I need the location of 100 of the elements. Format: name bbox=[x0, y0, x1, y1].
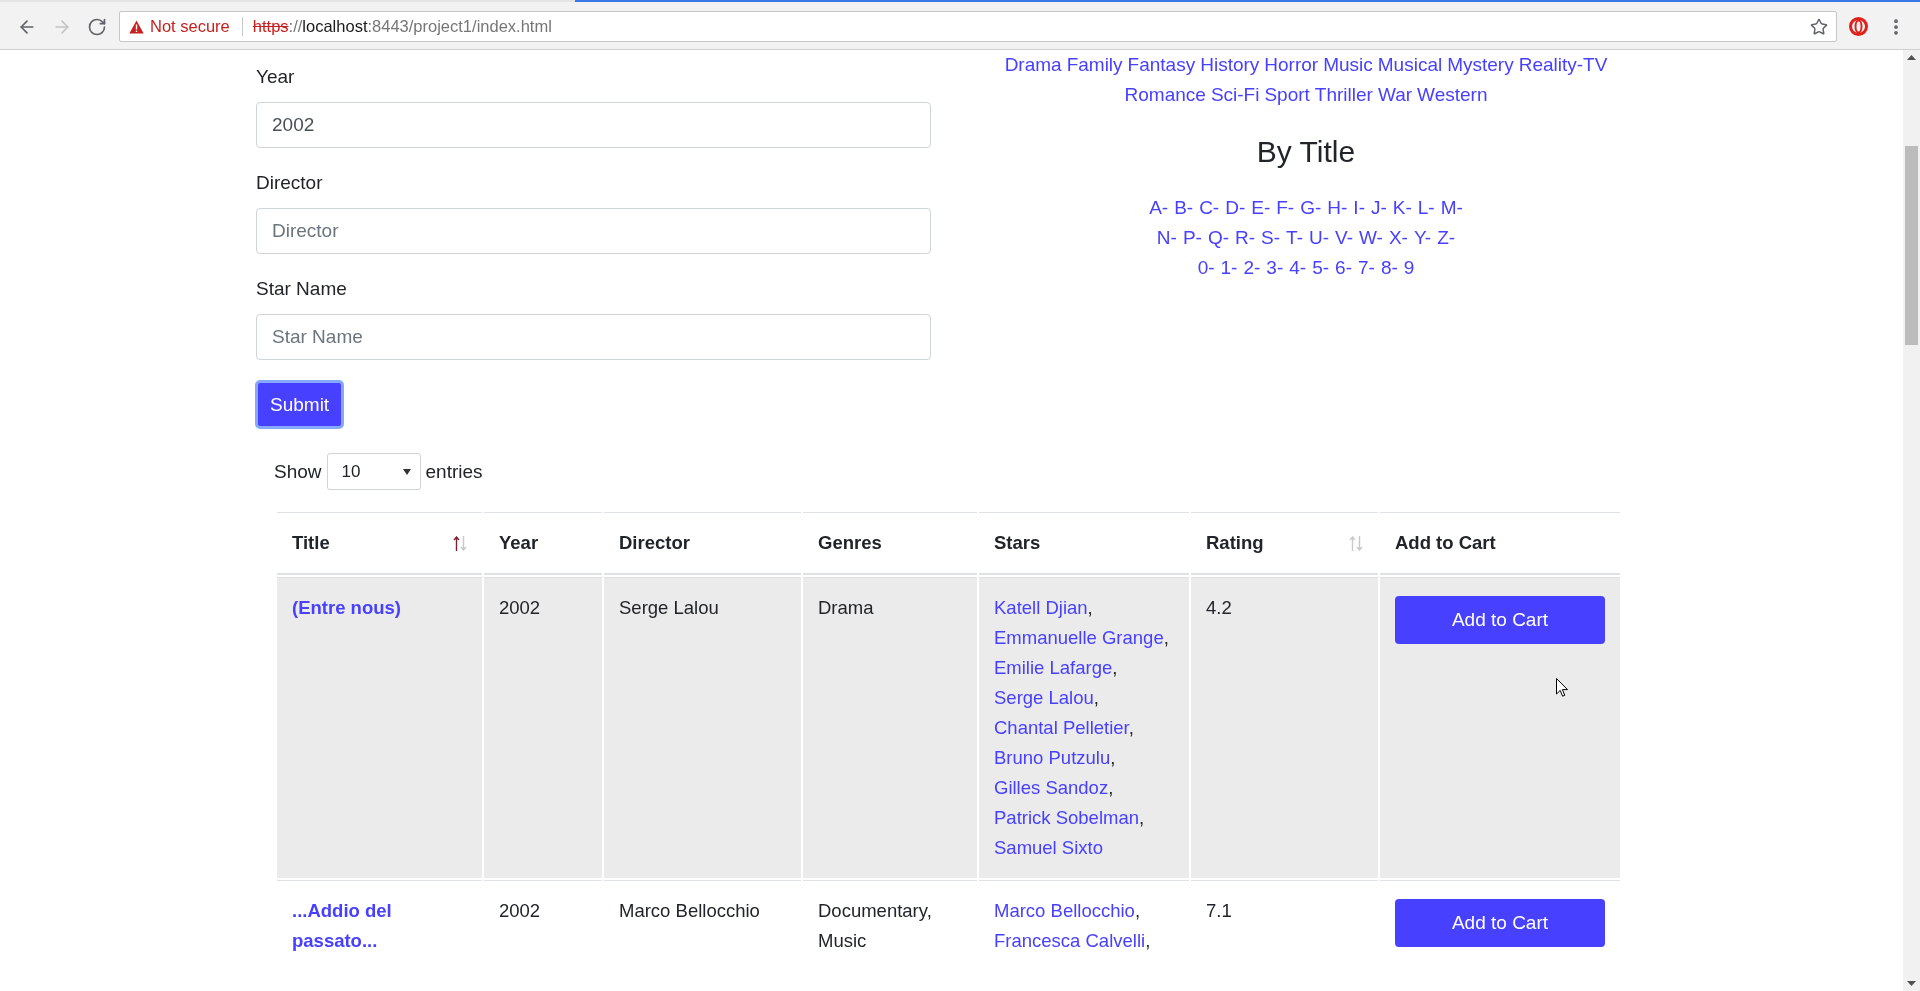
table-cell: Drama bbox=[803, 577, 977, 878]
table-cell: Serge Lalou bbox=[604, 577, 801, 878]
title-letter-link[interactable]: 6- bbox=[1335, 253, 1352, 283]
title-letter-link[interactable]: 0- bbox=[1197, 253, 1215, 283]
title-letter-link[interactable]: 2- bbox=[1243, 253, 1261, 283]
title-letter-link[interactable]: M- bbox=[1440, 193, 1463, 223]
star-link[interactable]: Gilles Sandoz bbox=[994, 777, 1109, 798]
sort-arrows-icon[interactable] bbox=[453, 535, 467, 551]
scrollbar-thumb[interactable] bbox=[1905, 146, 1918, 345]
title-letter-link[interactable]: F- bbox=[1276, 193, 1295, 223]
scrollbar[interactable] bbox=[1903, 50, 1920, 991]
title-letter-link[interactable]: 7- bbox=[1357, 253, 1375, 283]
address-bar[interactable]: Not secure https://localhost:8443/project1/index.html bbox=[119, 11, 1837, 42]
title-letter-link[interactable]: 1- bbox=[1220, 253, 1238, 283]
input-field[interactable]: 2002 bbox=[256, 102, 931, 148]
star-link[interactable]: Samuel Sixto bbox=[994, 837, 1103, 858]
caret-icon bbox=[402, 468, 411, 475]
genre-link[interactable]: War bbox=[1377, 80, 1413, 110]
genre-link[interactable]: Mystery bbox=[1447, 50, 1514, 80]
title-letter-link[interactable]: L- bbox=[1417, 193, 1435, 223]
add-to-cart-button[interactable]: Add to Cart bbox=[1395, 899, 1605, 947]
title-letter-link[interactable]: T- bbox=[1286, 223, 1303, 253]
input-field[interactable]: Director bbox=[256, 208, 931, 254]
star-link[interactable]: Serge Lalou bbox=[994, 687, 1094, 708]
warning-icon bbox=[129, 19, 144, 34]
star-link[interactable]: Bruno Putzulu bbox=[994, 747, 1111, 768]
title-letter-link[interactable]: H- bbox=[1327, 193, 1348, 223]
column-header[interactable]: Rating bbox=[1206, 528, 1264, 558]
entries-label: entries bbox=[425, 459, 483, 484]
entries-select[interactable]: 10 bbox=[326, 453, 421, 490]
title-letter-link[interactable]: A- bbox=[1149, 193, 1169, 223]
title-letter-link[interactable]: E- bbox=[1251, 193, 1271, 223]
title-letter-link[interactable]: 3- bbox=[1266, 253, 1284, 283]
genre-link[interactable]: Fantasy bbox=[1127, 50, 1196, 80]
genre-link[interactable]: Musical bbox=[1377, 50, 1443, 80]
star-link[interactable]: Chantal Pelletier bbox=[994, 717, 1129, 738]
table-cell: 7.1 bbox=[1191, 880, 1378, 971]
field-label: Star Name bbox=[256, 277, 347, 301]
title-letter-link[interactable]: 8- bbox=[1380, 253, 1398, 283]
column-header: Year bbox=[499, 531, 539, 555]
star-link[interactable]: Emmanuelle Grange bbox=[994, 627, 1164, 648]
title-letter-link[interactable]: I- bbox=[1353, 193, 1365, 223]
title-letter-link[interactable]: U- bbox=[1309, 223, 1330, 253]
column-header: Genres bbox=[818, 531, 882, 555]
genre-link[interactable]: Family bbox=[1066, 50, 1123, 80]
scroll-down-icon[interactable] bbox=[1907, 981, 1916, 986]
genre-link[interactable]: Music bbox=[1323, 50, 1373, 80]
genre-link[interactable]: Horror bbox=[1264, 50, 1319, 80]
genre-link[interactable]: History bbox=[1200, 50, 1260, 80]
star-link[interactable]: Francesca Calvelli bbox=[994, 930, 1146, 951]
title-letter-link[interactable]: B- bbox=[1174, 193, 1194, 223]
table-cell: Documentary, Music bbox=[803, 880, 977, 971]
input-field[interactable]: Star Name bbox=[256, 314, 931, 360]
ring-icon[interactable] bbox=[1849, 17, 1868, 36]
genre-link[interactable]: Drama bbox=[1004, 50, 1062, 80]
title-letter-link[interactable]: P- bbox=[1182, 223, 1202, 253]
column-header: Add to Cart bbox=[1395, 531, 1496, 555]
title-letter-link[interactable]: W- bbox=[1359, 223, 1383, 253]
column-header[interactable]: Title bbox=[292, 528, 330, 558]
security-button[interactable]: Not secure bbox=[129, 17, 232, 36]
add-to-cart-button[interactable]: Add to Cart bbox=[1395, 596, 1605, 644]
title-letter-link[interactable]: R- bbox=[1235, 223, 1256, 253]
genre-link[interactable]: Thriller bbox=[1314, 80, 1373, 110]
title-letter-link[interactable]: X- bbox=[1388, 223, 1408, 253]
table-cell: Marco Bellocchio bbox=[604, 880, 801, 971]
title-letter-link[interactable]: N- bbox=[1156, 223, 1177, 253]
title-letter-link[interactable]: D- bbox=[1225, 193, 1246, 223]
field-label: Year bbox=[256, 65, 295, 89]
genre-link[interactable]: Sci-Fi bbox=[1210, 80, 1260, 110]
star-link[interactable]: Marco Bellocchio bbox=[994, 900, 1135, 921]
genre-link[interactable]: Western bbox=[1417, 80, 1488, 110]
submit-button[interactable]: Submit bbox=[255, 380, 345, 429]
title-letter-link[interactable]: J- bbox=[1370, 193, 1387, 223]
title-letter-link[interactable]: S- bbox=[1261, 223, 1281, 253]
table-cell: 2002 bbox=[484, 880, 602, 971]
table-cell: 2002 bbox=[484, 577, 602, 878]
mouse-pointer-icon bbox=[1556, 678, 1568, 697]
star-icon[interactable] bbox=[1810, 17, 1828, 36]
title-letter-link[interactable]: 9 bbox=[1403, 253, 1415, 283]
title-letter-link[interactable]: C- bbox=[1199, 193, 1220, 223]
reload-icon[interactable] bbox=[87, 16, 107, 37]
title-letter-link[interactable]: Y- bbox=[1413, 223, 1432, 253]
star-link[interactable]: Patrick Sobelman bbox=[994, 807, 1139, 828]
movie-title-link[interactable]: ...Addio del passato... bbox=[292, 896, 467, 956]
movie-title-link[interactable]: (Entre nous) bbox=[292, 593, 401, 623]
title-letter-link[interactable]: G- bbox=[1300, 193, 1322, 223]
title-letter-link[interactable]: V- bbox=[1335, 223, 1353, 253]
title-letter-link[interactable]: K- bbox=[1392, 193, 1412, 223]
url-text[interactable]: https://localhost:8443/project1/index.html bbox=[252, 17, 552, 36]
scroll-up-icon[interactable] bbox=[1907, 55, 1916, 60]
title-letter-link[interactable]: 5- bbox=[1312, 253, 1330, 283]
genre-link[interactable]: Sport bbox=[1264, 80, 1310, 110]
column-header: Director bbox=[619, 531, 690, 555]
title-letter-link[interactable]: Q- bbox=[1207, 223, 1230, 253]
genre-link[interactable]: Reality-TV bbox=[1518, 50, 1608, 80]
star-link[interactable]: Emilie Lafarge bbox=[994, 657, 1113, 678]
title-letter-link[interactable]: Z- bbox=[1437, 223, 1456, 253]
star-link[interactable]: Katell Djian bbox=[994, 597, 1088, 618]
title-letter-link[interactable]: 4- bbox=[1289, 253, 1307, 283]
genre-link[interactable]: Romance bbox=[1124, 80, 1206, 110]
